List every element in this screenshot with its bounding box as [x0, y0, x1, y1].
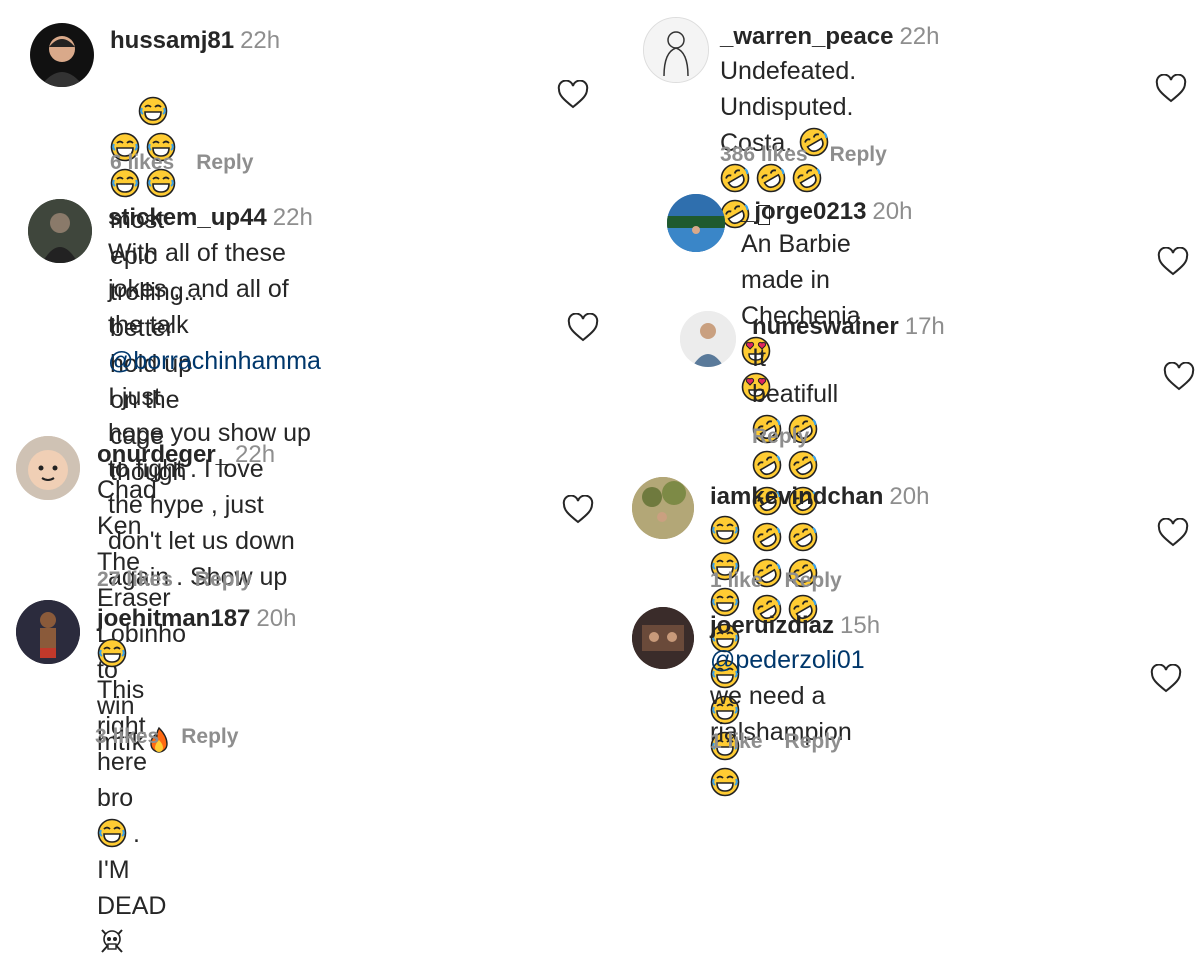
timestamp[interactable]: 17h	[905, 313, 945, 340]
like-heart-icon[interactable]	[557, 80, 589, 110]
rofl-emoji	[752, 522, 782, 552]
like-heart-icon[interactable]	[1157, 247, 1189, 277]
timestamp[interactable]: 22h	[273, 204, 313, 231]
rofl-emoji	[756, 163, 786, 193]
comment-header: nuneswainer 17h	[752, 312, 945, 342]
username[interactable]: hussamj81	[110, 27, 234, 54]
likes-count[interactable]: 3 likes	[95, 725, 159, 748]
avatar[interactable]	[632, 607, 694, 669]
avatar[interactable]	[16, 600, 80, 664]
username[interactable]: iamkevindchan	[710, 483, 883, 510]
avatar[interactable]	[643, 17, 709, 83]
like-heart-icon[interactable]	[1163, 362, 1195, 392]
rofl-emoji	[720, 163, 750, 193]
timestamp[interactable]: 15h	[840, 612, 880, 639]
timestamp[interactable]: 20h	[256, 605, 296, 632]
joy-emoji	[97, 638, 127, 668]
comment-meta: 1 like Reply	[710, 569, 864, 593]
comment-meta: Reply	[752, 425, 831, 449]
likes-count[interactable]: 1 like	[710, 569, 763, 592]
timestamp[interactable]: 20h	[872, 198, 912, 225]
comment-header: hussamj81 22h	[110, 26, 280, 56]
comment-header: stickem_up44 22h	[108, 203, 313, 233]
joy-emoji	[710, 515, 740, 545]
comment-text-line1: Undefeated. Undisputed. Costa.	[720, 57, 864, 157]
mention-link[interactable]: @borrachinhamma	[108, 347, 321, 375]
timestamp[interactable]: 22h	[240, 27, 280, 54]
like-heart-icon[interactable]	[1150, 664, 1182, 694]
timestamp[interactable]: 22h	[235, 441, 275, 468]
rofl-emoji	[788, 450, 818, 480]
rofl-emoji	[792, 163, 822, 193]
joy-emoji	[710, 767, 740, 797]
comment-text-line1: It beatifull	[752, 344, 846, 408]
username[interactable]: joeruizdiaz	[710, 612, 834, 639]
reply-button[interactable]: Reply	[752, 425, 809, 448]
comment-text-line1: With all of these jokes , and all of	[108, 239, 293, 303]
comment-meta: 3 likes Reply	[95, 725, 260, 749]
mention-link[interactable]: @pederzoli01	[710, 646, 865, 674]
joy-emoji	[97, 818, 127, 848]
reply-button[interactable]: Reply	[785, 569, 842, 592]
likes-count[interactable]: 27 likes	[97, 568, 173, 591]
username[interactable]: onurdeger_	[97, 441, 229, 468]
comment-header: _warren_peace 22h	[720, 22, 940, 52]
reply-button[interactable]: Reply	[195, 568, 252, 591]
like-heart-icon[interactable]	[1157, 518, 1189, 548]
comment-header: joeruizdiaz 15h	[710, 611, 880, 641]
like-heart-icon[interactable]	[567, 313, 599, 343]
rofl-emoji	[788, 522, 818, 552]
skull-crossbones-emoji	[97, 926, 127, 956]
comment-text-line2: the talk	[108, 311, 196, 339]
avatar[interactable]	[632, 477, 694, 539]
avatar[interactable]	[680, 311, 736, 367]
reply-button[interactable]: Reply	[181, 725, 238, 748]
comment-text-line2: DEAD	[97, 892, 167, 920]
reply-button[interactable]: Reply	[830, 143, 887, 166]
username[interactable]: _jorge0213	[741, 198, 866, 225]
comment-meta: 386 likes Reply	[720, 143, 909, 167]
comment-header: onurdeger_ 22h	[97, 440, 275, 470]
comment-meta: 27 likes Reply	[97, 568, 274, 592]
comment-meta: 6 likes Reply	[110, 151, 275, 175]
username[interactable]: nuneswainer	[752, 313, 899, 340]
comment-header: joehitman187 20h	[97, 604, 296, 634]
username[interactable]: joehitman187	[97, 605, 250, 632]
comment-header: iamkevindchan 20h	[710, 482, 929, 512]
timestamp[interactable]: 22h	[899, 23, 939, 50]
username[interactable]: _warren_peace	[720, 23, 893, 50]
likes-count[interactable]: 386 likes	[720, 143, 808, 166]
avatar[interactable]	[30, 23, 94, 87]
username[interactable]: stickem_up44	[108, 204, 267, 231]
comment-meta: 1 like Reply	[710, 730, 864, 754]
avatar[interactable]	[16, 436, 80, 500]
joy-emoji	[138, 96, 168, 126]
timestamp[interactable]: 20h	[889, 483, 929, 510]
rofl-emoji	[752, 450, 782, 480]
reply-button[interactable]: Reply	[196, 151, 253, 174]
avatar[interactable]	[28, 199, 92, 263]
like-heart-icon[interactable]	[562, 495, 594, 525]
avatar[interactable]	[667, 194, 725, 252]
comment-text: This right here bro. I'M DEAD	[97, 636, 166, 960]
comment-header: _jorge0213 20h	[741, 197, 912, 227]
likes-count[interactable]: 6 likes	[110, 151, 174, 174]
like-heart-icon[interactable]	[1155, 74, 1187, 104]
